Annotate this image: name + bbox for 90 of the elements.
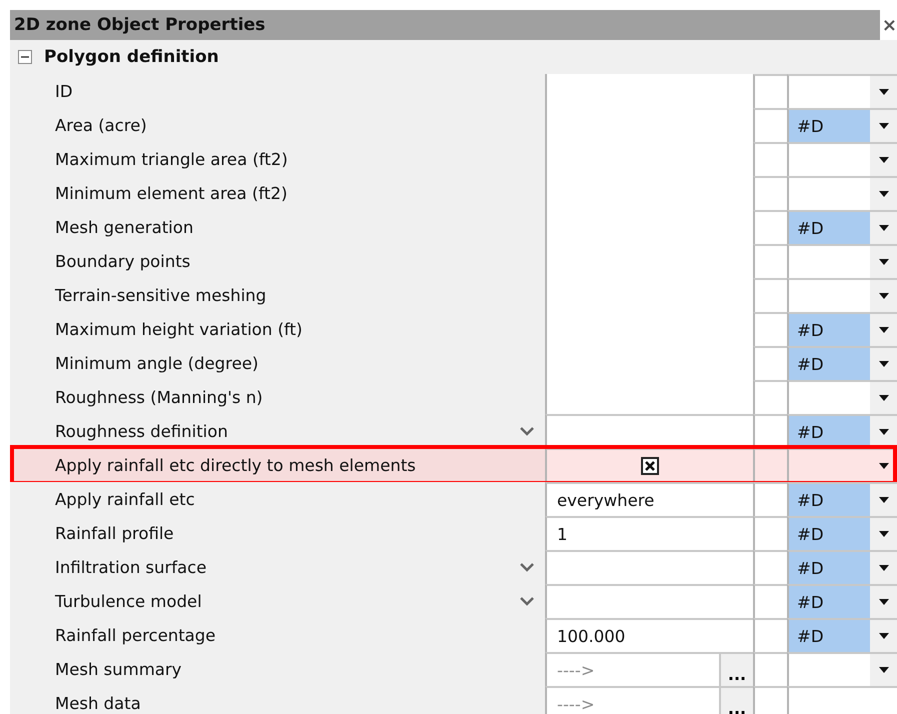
grid-cell bbox=[870, 686, 897, 714]
value-field[interactable]: 100.000 bbox=[545, 618, 753, 652]
caret-icon bbox=[878, 123, 888, 129]
property-label: Roughness definition bbox=[55, 422, 228, 440]
property-label: Minimum element area (ft2) bbox=[55, 184, 288, 202]
property-label: Terrain-sensitive meshing bbox=[55, 286, 266, 304]
caret-icon bbox=[878, 667, 888, 673]
flag-cell[interactable]: #D bbox=[787, 346, 870, 380]
grid-cell bbox=[753, 482, 787, 516]
property-label: Roughness (Manning's n) bbox=[55, 388, 263, 406]
flag-cell[interactable] bbox=[787, 686, 870, 714]
grid-cell bbox=[753, 108, 787, 142]
property-label: Mesh data bbox=[55, 694, 141, 712]
grid-cell bbox=[753, 516, 787, 550]
flag-cell[interactable]: #D bbox=[787, 414, 870, 448]
grid-cell bbox=[753, 210, 787, 244]
flag-cell[interactable] bbox=[787, 380, 870, 414]
flag-cell[interactable] bbox=[787, 176, 870, 210]
property-label: Boundary points bbox=[55, 252, 190, 270]
caret-icon bbox=[878, 497, 888, 503]
grid-cell bbox=[753, 278, 787, 312]
grid-cell bbox=[753, 618, 787, 652]
property-label: Apply rainfall etc directly to mesh elements bbox=[55, 456, 416, 474]
caret-icon bbox=[878, 531, 888, 537]
caret-icon bbox=[878, 565, 888, 571]
flag-cell[interactable]: #D bbox=[787, 108, 870, 142]
property-label: Mesh generation bbox=[55, 218, 194, 236]
caret-icon bbox=[878, 225, 888, 231]
property-label: Apply rainfall etc bbox=[55, 490, 195, 508]
property-label: Rainfall profile bbox=[55, 524, 174, 542]
value-field[interactable] bbox=[545, 414, 753, 448]
value-cell[interactable] bbox=[545, 74, 753, 108]
caret-icon bbox=[878, 293, 888, 299]
flag-cell[interactable]: #D bbox=[787, 210, 870, 244]
value-field[interactable] bbox=[545, 584, 753, 618]
caret-icon bbox=[878, 429, 888, 435]
property-label: Infiltration surface bbox=[55, 558, 206, 576]
grid-cell bbox=[753, 142, 787, 176]
property-label: Minimum angle (degree) bbox=[55, 354, 258, 372]
flag-cell[interactable] bbox=[787, 652, 870, 686]
chevron-down-icon[interactable] bbox=[519, 595, 535, 607]
property-label: Maximum triangle area (ft2) bbox=[55, 150, 288, 168]
property-label: ID bbox=[55, 82, 73, 100]
flag-cell[interactable] bbox=[787, 74, 870, 108]
grid-cell bbox=[753, 414, 787, 448]
flag-cell[interactable]: #D bbox=[787, 618, 870, 652]
property-label: Turbulence model bbox=[55, 592, 202, 610]
browse-button[interactable]: ... bbox=[719, 688, 753, 714]
chevron-down-icon[interactable] bbox=[519, 561, 535, 573]
caret-icon bbox=[878, 463, 888, 469]
property-label: Maximum height variation (ft) bbox=[55, 320, 302, 338]
property-label: Mesh summary bbox=[55, 660, 182, 678]
value-field[interactable] bbox=[545, 550, 753, 584]
caret-icon bbox=[878, 327, 888, 333]
collapse-icon[interactable] bbox=[18, 50, 32, 64]
flag-cell[interactable]: #D bbox=[787, 584, 870, 618]
grid-cell bbox=[753, 312, 787, 346]
value-field[interactable]: 1 bbox=[545, 516, 753, 550]
grid-cell bbox=[753, 380, 787, 414]
property-label: Area (acre) bbox=[55, 116, 147, 134]
flag-cell[interactable] bbox=[787, 244, 870, 278]
grid-cell bbox=[753, 550, 787, 584]
chevron-down-icon[interactable] bbox=[519, 425, 535, 437]
flag-cell[interactable]: #D bbox=[787, 550, 870, 584]
grid-cell bbox=[753, 74, 787, 108]
flag-cell[interactable]: #D bbox=[787, 482, 870, 516]
property-label: Rainfall percentage bbox=[55, 626, 216, 644]
caret-icon bbox=[878, 191, 888, 197]
caret-icon bbox=[878, 633, 888, 639]
value-cell[interactable] bbox=[545, 380, 753, 414]
panel-title: 2D zone Object Properties bbox=[10, 10, 880, 40]
caret-icon bbox=[878, 599, 888, 605]
flag-cell[interactable]: #D bbox=[787, 516, 870, 550]
grid-cell bbox=[753, 346, 787, 380]
grid-cell bbox=[753, 176, 787, 210]
flag-cell[interactable]: #D bbox=[787, 312, 870, 346]
group-title: Polygon definition bbox=[44, 47, 219, 67]
checkbox[interactable] bbox=[641, 457, 659, 475]
flag-cell[interactable] bbox=[787, 448, 870, 482]
value-field[interactable]: everywhere bbox=[545, 482, 753, 516]
caret-icon bbox=[878, 157, 888, 163]
browse-button[interactable]: ... bbox=[719, 654, 753, 686]
grid-cell bbox=[753, 244, 787, 278]
flag-cell[interactable] bbox=[787, 142, 870, 176]
grid-cell bbox=[753, 584, 787, 618]
caret-icon bbox=[878, 259, 888, 265]
caret-icon bbox=[878, 361, 888, 367]
flag-cell[interactable] bbox=[787, 278, 870, 312]
caret-icon bbox=[878, 89, 888, 95]
caret-icon bbox=[878, 395, 888, 401]
